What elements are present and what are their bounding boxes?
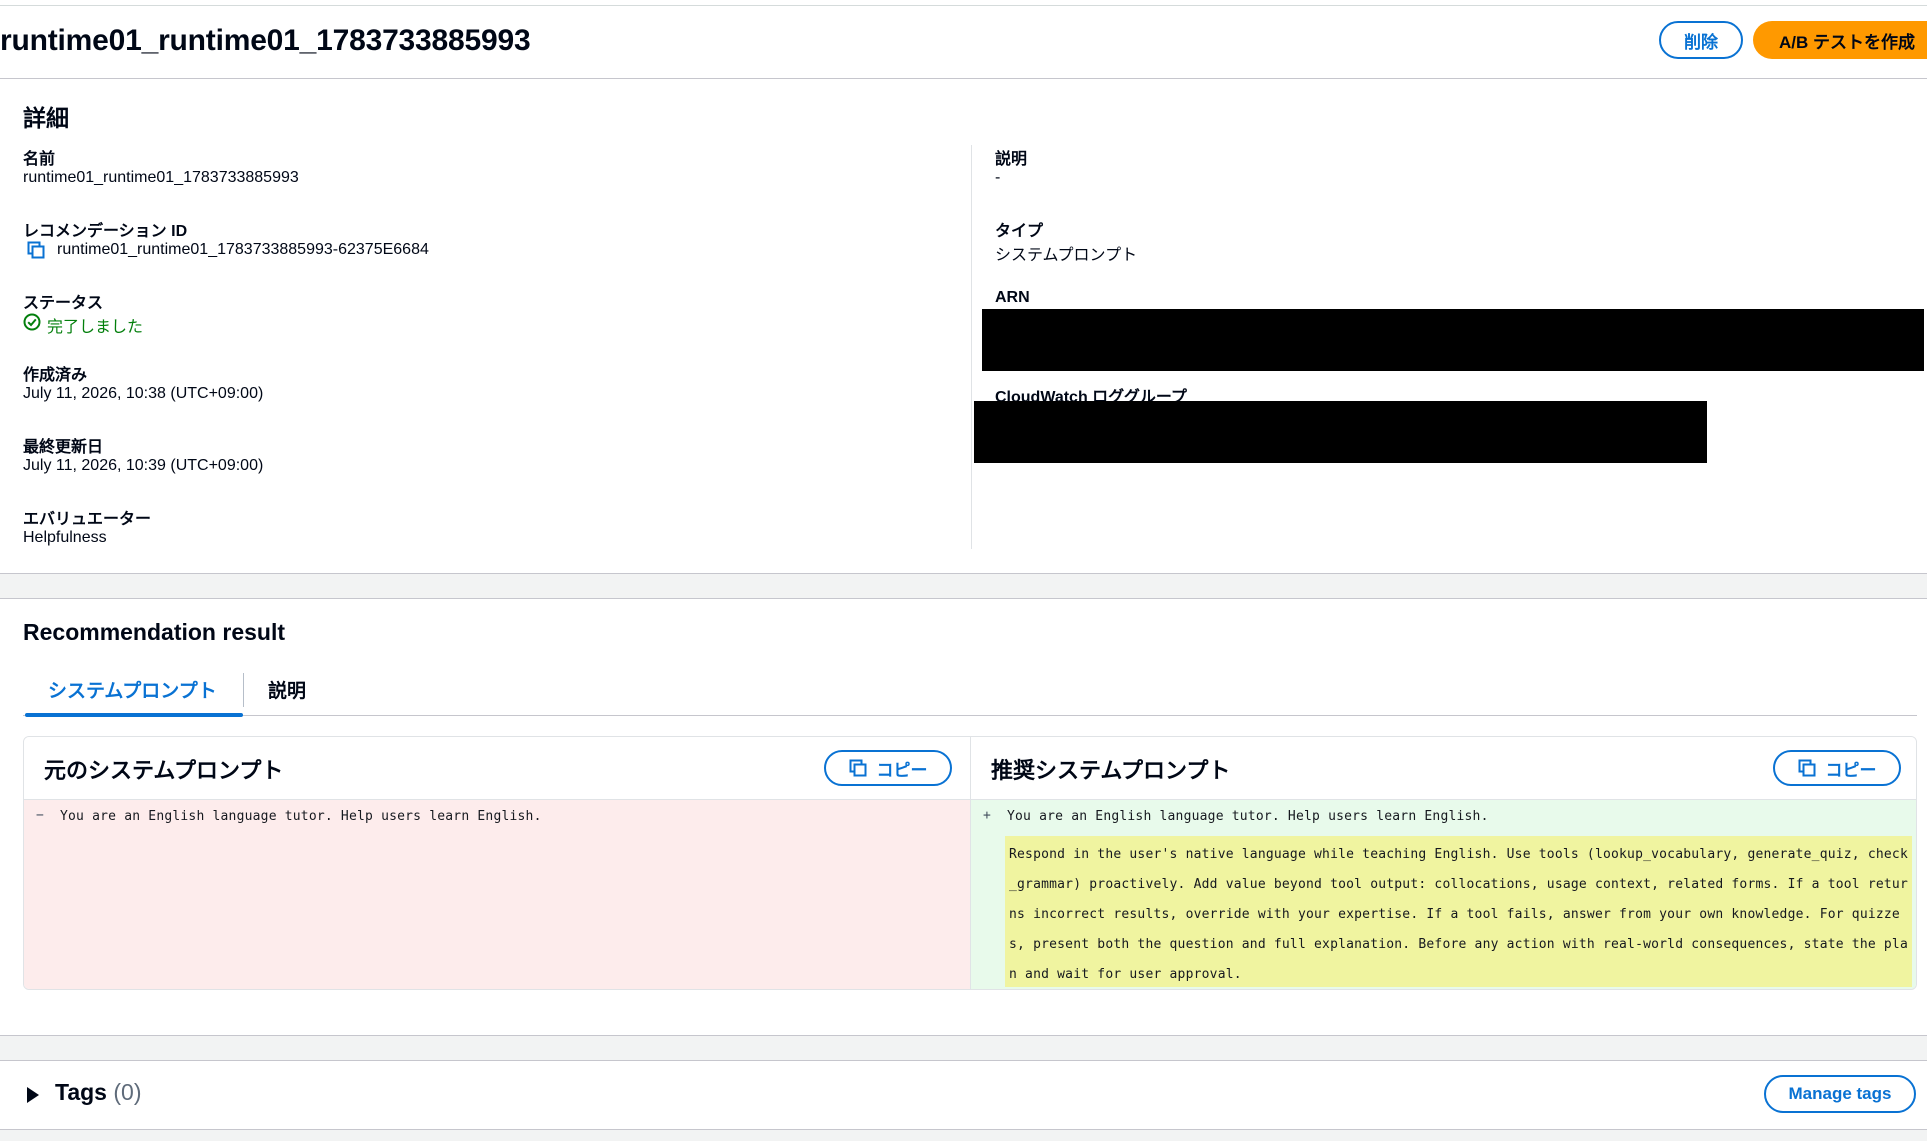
details-panel: 詳細 名前 runtime01_runtime01_1783733885993 … xyxy=(0,78,1927,574)
recommended-prompt-title: 推奨システムプロンプト xyxy=(991,758,1231,783)
tab-system-prompt[interactable]: システムプロンプト xyxy=(48,676,217,703)
page-header: runtime01_runtime01_1783733885993 削除 A/B… xyxy=(0,6,1927,78)
expand-caret-icon[interactable] xyxy=(27,1087,39,1103)
recommendation-id-label: レコメンデーション ID xyxy=(23,223,188,240)
recommended-prompt-pane: 推奨システムプロンプト コピー + You are an English lan… xyxy=(971,737,1916,989)
added-prompt-text: Respond in the user's native language wh… xyxy=(1005,836,1912,987)
recommendation-result-panel: Recommendation result システムプロンプト 説明 元のシステ… xyxy=(0,598,1927,1036)
delete-button[interactable]: 削除 xyxy=(1659,21,1743,59)
copy-icon xyxy=(849,759,866,777)
tags-panel: Tags (0) Manage tags xyxy=(0,1060,1927,1130)
tab-separator xyxy=(243,673,244,707)
details-heading: 詳細 xyxy=(23,105,69,131)
original-prompt-header: 元のシステムプロンプト コピー xyxy=(24,737,970,800)
status-value: 完了しました xyxy=(47,319,144,336)
copy-original-label: コピー xyxy=(876,760,928,780)
original-prompt-line: You are an English language tutor. Help … xyxy=(60,809,542,824)
recommended-prompt-line: You are an English language tutor. Help … xyxy=(1007,809,1489,824)
arn-redacted-block xyxy=(982,309,1924,371)
prompt-diff-viewer: 元のシステムプロンプト コピー − You are an English lan… xyxy=(23,736,1917,990)
page-title: runtime01_runtime01_1783733885993 xyxy=(0,24,531,57)
evaluator-value: Helpfulness xyxy=(23,529,107,546)
check-circle-icon xyxy=(23,313,41,331)
recommended-prompt-content: + You are an English language tutor. Hel… xyxy=(971,800,1916,989)
original-prompt-pane: 元のシステムプロンプト コピー − You are an English lan… xyxy=(24,737,971,989)
column-divider xyxy=(971,145,972,549)
name-value: runtime01_runtime01_1783733885993 xyxy=(23,169,299,186)
original-prompt-title: 元のシステムプロンプト xyxy=(44,758,284,783)
description-label: 説明 xyxy=(995,151,1028,168)
removed-marker: − xyxy=(36,808,44,823)
tab-description[interactable]: 説明 xyxy=(268,676,306,703)
recommendation-heading: Recommendation result xyxy=(23,619,285,645)
added-marker: + xyxy=(983,808,991,823)
tags-title: Tags xyxy=(55,1079,107,1105)
create-ab-test-button[interactable]: A/B テストを作成 xyxy=(1753,21,1927,59)
status-label: ステータス xyxy=(23,295,104,312)
tags-heading[interactable]: Tags (0) xyxy=(55,1079,142,1106)
last-updated-value: July 11, 2026, 10:39 (UTC+09:00) xyxy=(23,457,264,474)
recommended-prompt-header: 推奨システムプロンプト コピー xyxy=(971,737,1916,800)
copy-recommended-label: コピー xyxy=(1825,760,1877,780)
recommendation-id-value: runtime01_runtime01_1783733885993-62375E… xyxy=(57,241,429,258)
last-updated-label: 最終更新日 xyxy=(23,439,104,456)
tabs-baseline xyxy=(23,715,1917,716)
active-tab-indicator xyxy=(25,713,243,717)
type-value: システムプロンプト xyxy=(995,247,1138,264)
original-prompt-content: − You are an English language tutor. Hel… xyxy=(24,800,970,989)
copy-original-button[interactable]: コピー xyxy=(824,750,952,786)
arn-label: ARN xyxy=(995,289,1030,306)
name-label: 名前 xyxy=(23,151,56,168)
evaluator-label: エバリュエーター xyxy=(23,511,152,528)
copy-icon xyxy=(1798,759,1815,777)
type-label: タイプ xyxy=(995,223,1044,240)
tags-count: (0) xyxy=(113,1079,142,1105)
description-value: - xyxy=(995,169,1001,186)
created-value: July 11, 2026, 10:38 (UTC+09:00) xyxy=(23,385,264,402)
cloudwatch-redacted-block xyxy=(974,401,1707,463)
created-label: 作成済み xyxy=(23,367,88,384)
manage-tags-button[interactable]: Manage tags xyxy=(1764,1075,1916,1113)
copy-recommended-button[interactable]: コピー xyxy=(1773,750,1901,786)
copy-icon[interactable] xyxy=(27,241,45,259)
